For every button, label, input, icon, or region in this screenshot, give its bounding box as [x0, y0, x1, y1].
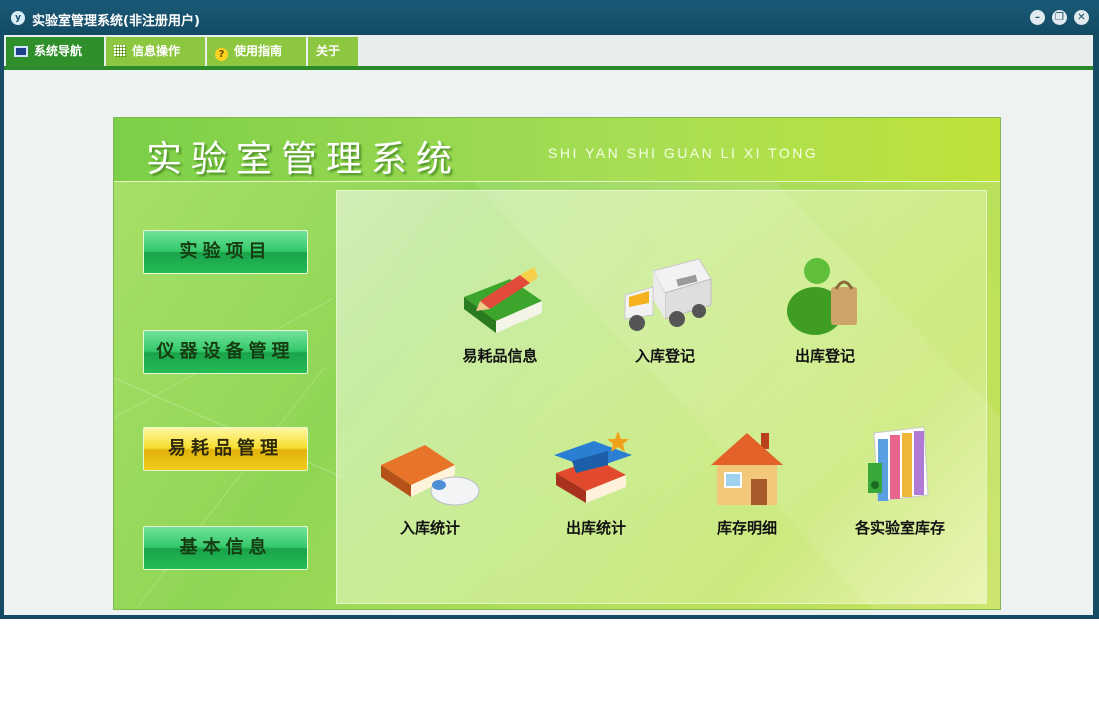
- tab-label: 信息操作: [132, 44, 181, 58]
- item-label: 各实验室库存: [854, 519, 945, 537]
- restore-button[interactable]: ❐: [1052, 10, 1067, 25]
- nav-button-experiment-projects[interactable]: 实验项目: [143, 230, 308, 274]
- panel-subtitle: SHI YAN SHI GUAN LI XI TONG: [548, 145, 819, 161]
- window-title: 实验室管理系统(非注册用户): [32, 14, 200, 29]
- graduation-books-icon: [554, 431, 632, 503]
- item-label: 出库统计: [565, 519, 626, 537]
- navigation-panel: 实验室管理系统 SHI YAN SHI GUAN LI XI TONG 实验项目…: [113, 117, 1001, 610]
- monitor-icon: [14, 46, 28, 57]
- close-button[interactable]: ✕: [1074, 10, 1089, 25]
- function-icon-area: 易耗品信息 入库登记 出库登记 入库统计 出库统计 库存明细 各实验室库存: [336, 190, 987, 604]
- shopper-icon: [787, 258, 857, 335]
- book-pencil-icon: [464, 267, 542, 333]
- app-logo-icon: y: [11, 11, 25, 25]
- item-label: 易耗品信息: [462, 347, 538, 365]
- item-label: 入库登记: [634, 347, 695, 365]
- minimize-button[interactable]: –: [1030, 10, 1045, 25]
- truck-icon: [624, 258, 712, 331]
- book-stack-icon: [868, 426, 929, 502]
- stock-out-registration-item[interactable]: 出库登记: [765, 253, 885, 366]
- help-icon: ?: [215, 48, 228, 61]
- nav-button-consumables-management[interactable]: 易耗品管理: [143, 427, 308, 471]
- menu-bar: 系统导航 信息操作 ? 使用指南 关于: [4, 35, 1093, 70]
- tab-about[interactable]: 关于: [308, 37, 358, 66]
- grid-icon: [114, 45, 126, 57]
- tab-system-navigation[interactable]: 系统导航: [6, 37, 104, 66]
- house-icon: [711, 433, 783, 505]
- tab-label: 系统导航: [34, 44, 83, 58]
- panel-header: 实验室管理系统 SHI YAN SHI GUAN LI XI TONG: [114, 118, 1000, 182]
- inventory-details-item[interactable]: 库存明细: [687, 425, 807, 538]
- lab-inventory-item[interactable]: 各实验室库存: [840, 425, 960, 538]
- consumables-info-item[interactable]: 易耗品信息: [440, 253, 560, 366]
- stock-out-statistics-item[interactable]: 出库统计: [536, 425, 656, 538]
- book-mouse-icon: [381, 445, 480, 506]
- stock-in-registration-item[interactable]: 入库登记: [605, 253, 725, 366]
- tab-label: 关于: [316, 44, 341, 58]
- tab-user-guide[interactable]: ? 使用指南: [207, 37, 306, 66]
- nav-button-equipment-management[interactable]: 仪器设备管理: [143, 330, 308, 374]
- stock-in-statistics-item[interactable]: 入库统计: [370, 425, 490, 538]
- item-label: 库存明细: [716, 519, 777, 537]
- item-label: 出库登记: [794, 347, 855, 365]
- title-bar[interactable]: y 实验室管理系统(非注册用户) – ❐ ✕: [0, 0, 1099, 35]
- nav-button-basic-info[interactable]: 基本信息: [143, 526, 308, 570]
- app-window: y 实验室管理系统(非注册用户) – ❐ ✕ 系统导航 信息操作 ? 使用指南 关…: [0, 0, 1099, 619]
- panel-title: 实验室管理系统: [146, 139, 462, 180]
- item-label: 入库统计: [399, 519, 460, 537]
- tab-info-operation[interactable]: 信息操作: [106, 37, 205, 66]
- tab-label: 使用指南: [234, 44, 283, 58]
